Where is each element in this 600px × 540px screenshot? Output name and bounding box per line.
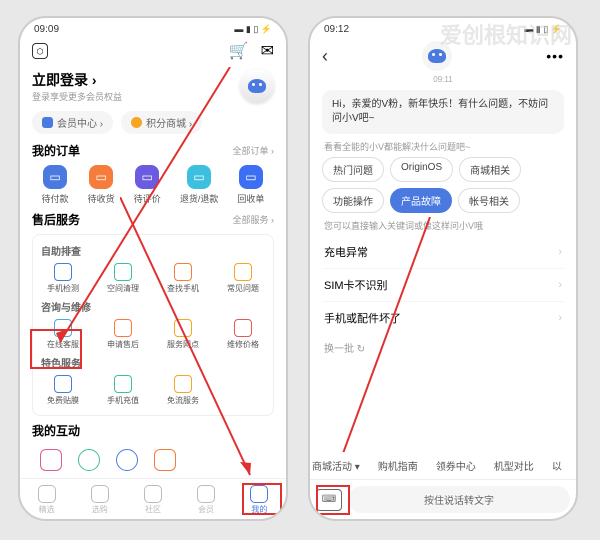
bookmark-icon[interactable] — [40, 449, 62, 471]
time-label-2: 09:12 — [324, 24, 349, 35]
tag-row: 热门问题OriginOS商城相关功能操作产品故障帐号相关 — [322, 157, 564, 213]
grid-item[interactable]: 免流服务 — [153, 375, 213, 406]
diamond-icon — [42, 117, 53, 128]
grid-item[interactable]: 手机检测 — [33, 263, 93, 294]
status-icons-2: ▬ ▮ ▯ ⚡ — [524, 24, 562, 35]
statusbar-2: 09:12 ▬ ▮ ▯ ⚡ — [310, 18, 576, 37]
chat-header: ‹ ••• — [322, 37, 564, 73]
grid-item[interactable]: 空间清理 — [93, 263, 153, 294]
tag-item[interactable]: 功能操作 — [322, 188, 384, 213]
cart-icon[interactable]: 🛒 — [229, 41, 249, 61]
statusbar: 09:09 ▬ ▮ ▯ ⚡ — [20, 18, 286, 37]
login-sub: 登录享受更多会员权益 — [32, 90, 122, 103]
g2-label: 咨询与维修 — [33, 297, 273, 316]
quick-list: 充电异常›SIM卡不识别›手机或配件坏了› — [322, 236, 564, 334]
topbar: ⬡ 🛒 ✉ — [32, 37, 274, 65]
settings-icon[interactable]: ⬡ — [32, 43, 48, 59]
orders-more[interactable]: 全部订单 › — [233, 144, 275, 157]
tab-item[interactable]: 我的 — [250, 485, 268, 515]
grid-item[interactable]: 免费贴膜 — [33, 375, 93, 406]
tab-item[interactable]: 精选 — [38, 485, 56, 515]
message-icon[interactable]: ✉ — [261, 41, 274, 61]
tags-label: 看看全能的小V都能解决什么问题吧~ — [324, 140, 562, 153]
chevron-right-icon: › — [558, 246, 562, 258]
tag-item[interactable]: 商城相关 — [459, 157, 521, 182]
msg-time: 09:11 — [322, 75, 564, 84]
list-item[interactable]: 手机或配件坏了› — [322, 302, 564, 334]
time-label: 09:09 — [34, 24, 59, 35]
chevron-right-icon: › — [558, 279, 562, 291]
orders-title: 我的订单 — [32, 142, 80, 159]
order-item[interactable]: ▭退货/退款 — [180, 165, 219, 205]
quick-item[interactable]: 购机指南 — [378, 458, 418, 473]
login-row[interactable]: 立即登录 › 登录享受更多会员权益 — [32, 69, 274, 103]
phone-left: 09:09 ▬ ▮ ▯ ⚡ ⬡ 🛒 ✉ 立即登录 › 登录享受更多会员权益 会员… — [18, 16, 288, 521]
grid-item[interactable]: 申请售后 — [93, 319, 153, 350]
status-icons: ▬ ▮ ▯ ⚡ — [234, 24, 272, 35]
grid-item[interactable]: 查找手机 — [153, 263, 213, 294]
tag-item[interactable]: 帐号相关 — [458, 188, 520, 213]
chip-points[interactable]: 积分商城 › — [121, 111, 202, 134]
coin-icon — [131, 117, 142, 128]
input-row: ⌨ 按住说话转文字 — [310, 479, 576, 519]
quick-item[interactable]: 以 — [552, 458, 562, 473]
list-item[interactable]: 充电异常› — [322, 236, 564, 269]
back-icon[interactable]: ‹ — [322, 46, 328, 67]
tab-item[interactable]: 选购 — [91, 485, 109, 515]
tab-item[interactable]: 社区 — [144, 485, 162, 515]
tag-item[interactable]: 热门问题 — [322, 157, 384, 182]
services-box: 自助排查 手机检测空间清理查找手机常见问题 咨询与维修 在线客服申请售后服务网点… — [32, 234, 274, 416]
time-icon[interactable] — [116, 449, 138, 471]
list-item[interactable]: SIM卡不识别› — [322, 269, 564, 302]
list-label: 您可以直接输入关键词或像这样问小V哦 — [324, 219, 562, 232]
quick-item[interactable]: 商城活动 ▾ — [312, 458, 360, 473]
order-item[interactable]: ▭待付款 — [42, 165, 69, 205]
grid-item[interactable]: 常见问题 — [213, 263, 273, 294]
bot-avatar[interactable] — [422, 41, 452, 71]
avatar[interactable] — [240, 69, 274, 103]
quick-item[interactable]: 领券中心 — [436, 458, 476, 473]
tag-item[interactable]: OriginOS — [390, 157, 453, 182]
order-item[interactable]: ▭待评价 — [134, 165, 161, 205]
tab-item[interactable]: 会员 — [197, 485, 215, 515]
greeting-bubble: Hi，亲爱的V粉，新年快乐！有什么问题，不妨问问小V吧~ — [322, 90, 564, 134]
tag-item[interactable]: 产品故障 — [390, 188, 452, 213]
login-title: 立即登录 › — [32, 70, 122, 90]
grid-item[interactable]: 服务网点 — [153, 319, 213, 350]
quick-scroll[interactable]: 商城活动 ▾ 购机指南 领券中心 机型对比 以 — [310, 452, 576, 479]
interact-title: 我的互动 — [32, 422, 80, 439]
grid-item[interactable]: 手机充值 — [93, 375, 153, 406]
order-item[interactable]: ▭待收货 — [88, 165, 115, 205]
grid-item[interactable]: 在线客服 — [33, 319, 93, 350]
chip-member[interactable]: 会员中心 › — [32, 111, 113, 134]
after-more[interactable]: 全部服务 › — [233, 213, 275, 226]
g3-label: 特色服务 — [33, 353, 273, 372]
star-icon[interactable] — [154, 449, 176, 471]
phones-container: 09:09 ▬ ▮ ▯ ⚡ ⬡ 🛒 ✉ 立即登录 › 登录享受更多会员权益 会员… — [0, 0, 600, 540]
phone-right: 09:12 ▬ ▮ ▯ ⚡ ‹ ••• 09:11 Hi，亲爱的V粉，新年快乐！… — [308, 16, 578, 521]
chevron-right-icon: › — [558, 312, 562, 324]
more-icon[interactable]: ••• — [546, 48, 564, 64]
grid-item[interactable]: 维修价格 — [213, 319, 273, 350]
g1-label: 自助排查 — [33, 241, 273, 260]
order-item[interactable]: ▭回收单 — [237, 165, 264, 205]
check-icon[interactable] — [78, 449, 100, 471]
quick-item[interactable]: 机型对比 — [494, 458, 534, 473]
after-title: 售后服务 — [32, 211, 80, 228]
keyboard-icon[interactable]: ⌨ — [316, 489, 342, 511]
tabbar: 精选 选购 社区 会员 我的 — [20, 478, 286, 519]
refresh-button[interactable]: 换一批 ↻ — [324, 340, 562, 355]
voice-button[interactable]: 按住说话转文字 — [348, 486, 570, 513]
